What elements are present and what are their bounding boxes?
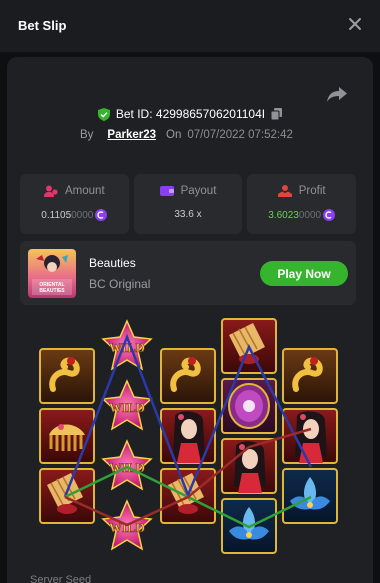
coin-icon bbox=[323, 209, 336, 221]
payout-label: Payout bbox=[180, 185, 217, 197]
symbol-blue-lotus bbox=[282, 468, 338, 524]
profit-icon bbox=[277, 185, 292, 197]
amount-trailing-zeros: 0000 bbox=[71, 209, 94, 221]
payout-icon bbox=[159, 186, 174, 196]
symbol-golden-dragon bbox=[282, 348, 338, 404]
play-now-button[interactable]: Play Now bbox=[260, 261, 348, 286]
bet-date: 07/07/2022 07:52:42 bbox=[187, 129, 293, 141]
symbol-golden-dragon bbox=[160, 348, 216, 404]
symbol-golden-dragon bbox=[39, 348, 95, 404]
symbol-wild: WILD bbox=[101, 319, 153, 371]
amount-stat: Amount 0.1105 0000 bbox=[20, 174, 129, 234]
slot-reels: WILD WILD WILD WILD bbox=[39, 318, 338, 554]
symbol-golden-comb bbox=[39, 408, 95, 464]
payout-stat: Payout 33.6 x bbox=[133, 174, 243, 234]
game-thumbnail[interactable]: ORIENTAL BEAUTIES bbox=[28, 249, 76, 298]
on-label: On bbox=[166, 129, 182, 141]
amount-label: Amount bbox=[65, 185, 105, 197]
bet-slip-header: Bet Slip bbox=[0, 0, 380, 52]
profit-stat: Profit 3.6023 0000 bbox=[247, 174, 357, 234]
symbol-wild: WILD bbox=[101, 439, 153, 491]
coin-icon bbox=[95, 209, 108, 221]
bet-id-row: Bet ID: 4299865706201104I bbox=[0, 107, 380, 121]
bet-id-text: Bet ID: 4299865706201104I bbox=[115, 107, 266, 121]
bet-user-row: By Parker23 On 07/07/2022 07:52:42 bbox=[80, 129, 293, 141]
amount-icon bbox=[44, 185, 58, 197]
wild-text: WILD bbox=[109, 340, 145, 355]
close-icon[interactable] bbox=[346, 15, 364, 33]
amount-value: 0.1105 bbox=[41, 209, 72, 221]
verified-shield-icon bbox=[97, 107, 110, 121]
profit-trailing-zeros: 0000 bbox=[298, 209, 322, 221]
user-link[interactable]: Parker23 bbox=[107, 129, 156, 141]
svg-text:BEAUTIES: BEAUTIES bbox=[39, 288, 65, 294]
payout-value: 33.6 x bbox=[174, 209, 202, 220]
game-card: ORIENTAL BEAUTIES Beauties BC Original P… bbox=[20, 241, 356, 305]
wild-text: WILD bbox=[109, 400, 145, 415]
copy-icon[interactable] bbox=[271, 108, 283, 120]
share-icon[interactable] bbox=[326, 85, 348, 103]
symbol-purple-mirror bbox=[221, 378, 277, 434]
wild-text: WILD bbox=[109, 520, 145, 535]
symbol-wild: WILD bbox=[101, 379, 153, 431]
profit-value: 3.6023 bbox=[268, 209, 299, 221]
bet-slip-title: Bet Slip bbox=[18, 18, 67, 33]
profit-label: Profit bbox=[298, 185, 326, 197]
symbol-beauty-lady bbox=[160, 408, 216, 464]
by-label: By bbox=[80, 129, 94, 141]
game-provider: BC Original bbox=[89, 277, 151, 291]
bet-stats: Amount 0.1105 0000 Payout 33.6 x Profit … bbox=[20, 174, 357, 234]
game-name: Beauties bbox=[89, 256, 136, 270]
server-seed-label: Server Seed bbox=[30, 574, 92, 583]
